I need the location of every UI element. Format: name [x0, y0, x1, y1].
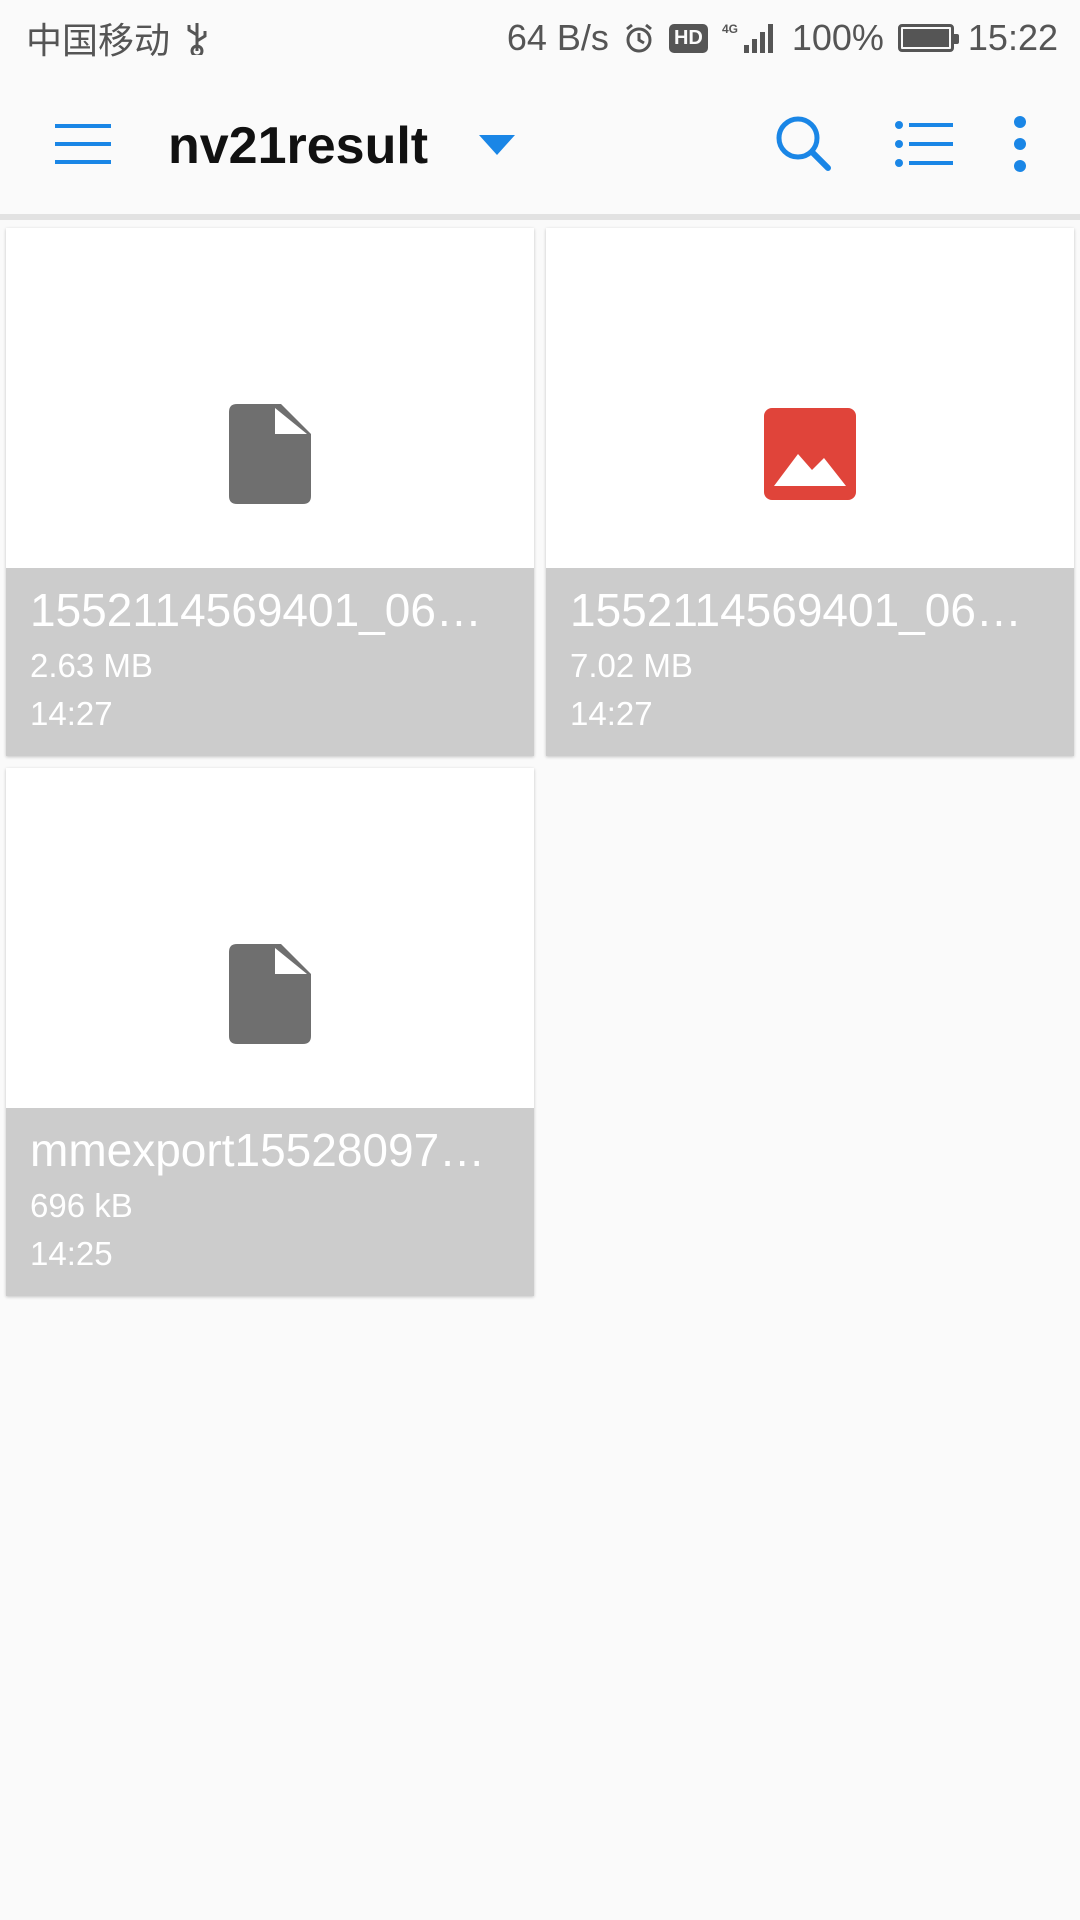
file-thumbnail — [546, 228, 1074, 568]
hd-badge: HD — [668, 23, 708, 53]
document-icon — [229, 404, 311, 504]
triangle-down-icon — [479, 135, 515, 155]
file-size: 7.02 MB — [570, 647, 693, 684]
file-card[interactable]: 1552114569401_06… 2.63 MB 14:27 — [6, 228, 534, 756]
list-view-icon — [895, 121, 953, 167]
menu-button[interactable] — [40, 104, 126, 184]
signal-icon: 4G — [722, 22, 773, 53]
file-size: 696 kB — [30, 1187, 133, 1224]
file-time: 14:25 — [30, 1235, 113, 1272]
file-info: mmexport15528097… 696 kB 14:25 — [6, 1108, 534, 1296]
net-speed: 64 B/s — [506, 17, 609, 58]
battery-icon — [897, 24, 959, 52]
search-icon — [776, 116, 831, 171]
file-name: 1552114569401_06… — [570, 584, 1022, 636]
image-icon — [764, 408, 856, 500]
file-size: 2.63 MB — [30, 647, 153, 684]
file-card[interactable]: 1552114569401_06… 7.02 MB 14:27 — [546, 228, 1074, 756]
carrier-label: 中国移动 — [26, 20, 171, 61]
alarm-icon — [626, 23, 652, 53]
battery-percent: 100% — [791, 17, 884, 58]
document-icon — [229, 944, 311, 1044]
file-info: 1552114569401_06… 7.02 MB 14:27 — [546, 568, 1074, 756]
file-name: mmexport15528097… — [30, 1124, 486, 1176]
list-view-button[interactable] — [884, 104, 964, 184]
folder-dropdown-button[interactable] — [470, 120, 524, 170]
file-name: 1552114569401_06… — [30, 584, 482, 636]
file-info: 1552114569401_06… 2.63 MB 14:27 — [6, 568, 534, 756]
overflow-icon — [1014, 116, 1026, 172]
hamburger-icon — [55, 124, 111, 164]
search-button[interactable] — [766, 104, 842, 184]
file-thumbnail — [6, 768, 534, 1108]
toolbar-divider — [0, 214, 1080, 220]
svg-text:4G: 4G — [722, 22, 738, 36]
folder-title[interactable]: nv21result — [168, 112, 428, 180]
file-card[interactable]: mmexport15528097… 696 kB 14:25 — [6, 768, 534, 1296]
file-time: 14:27 — [570, 695, 653, 732]
clock: 15:22 — [967, 17, 1058, 58]
file-time: 14:27 — [30, 695, 113, 732]
more-options-button[interactable] — [994, 104, 1046, 184]
file-thumbnail — [6, 228, 534, 568]
status-bar: 中国移动 64 B/s HD 4G 100% 15:22 — [0, 0, 1080, 76]
usb-icon — [187, 23, 207, 55]
